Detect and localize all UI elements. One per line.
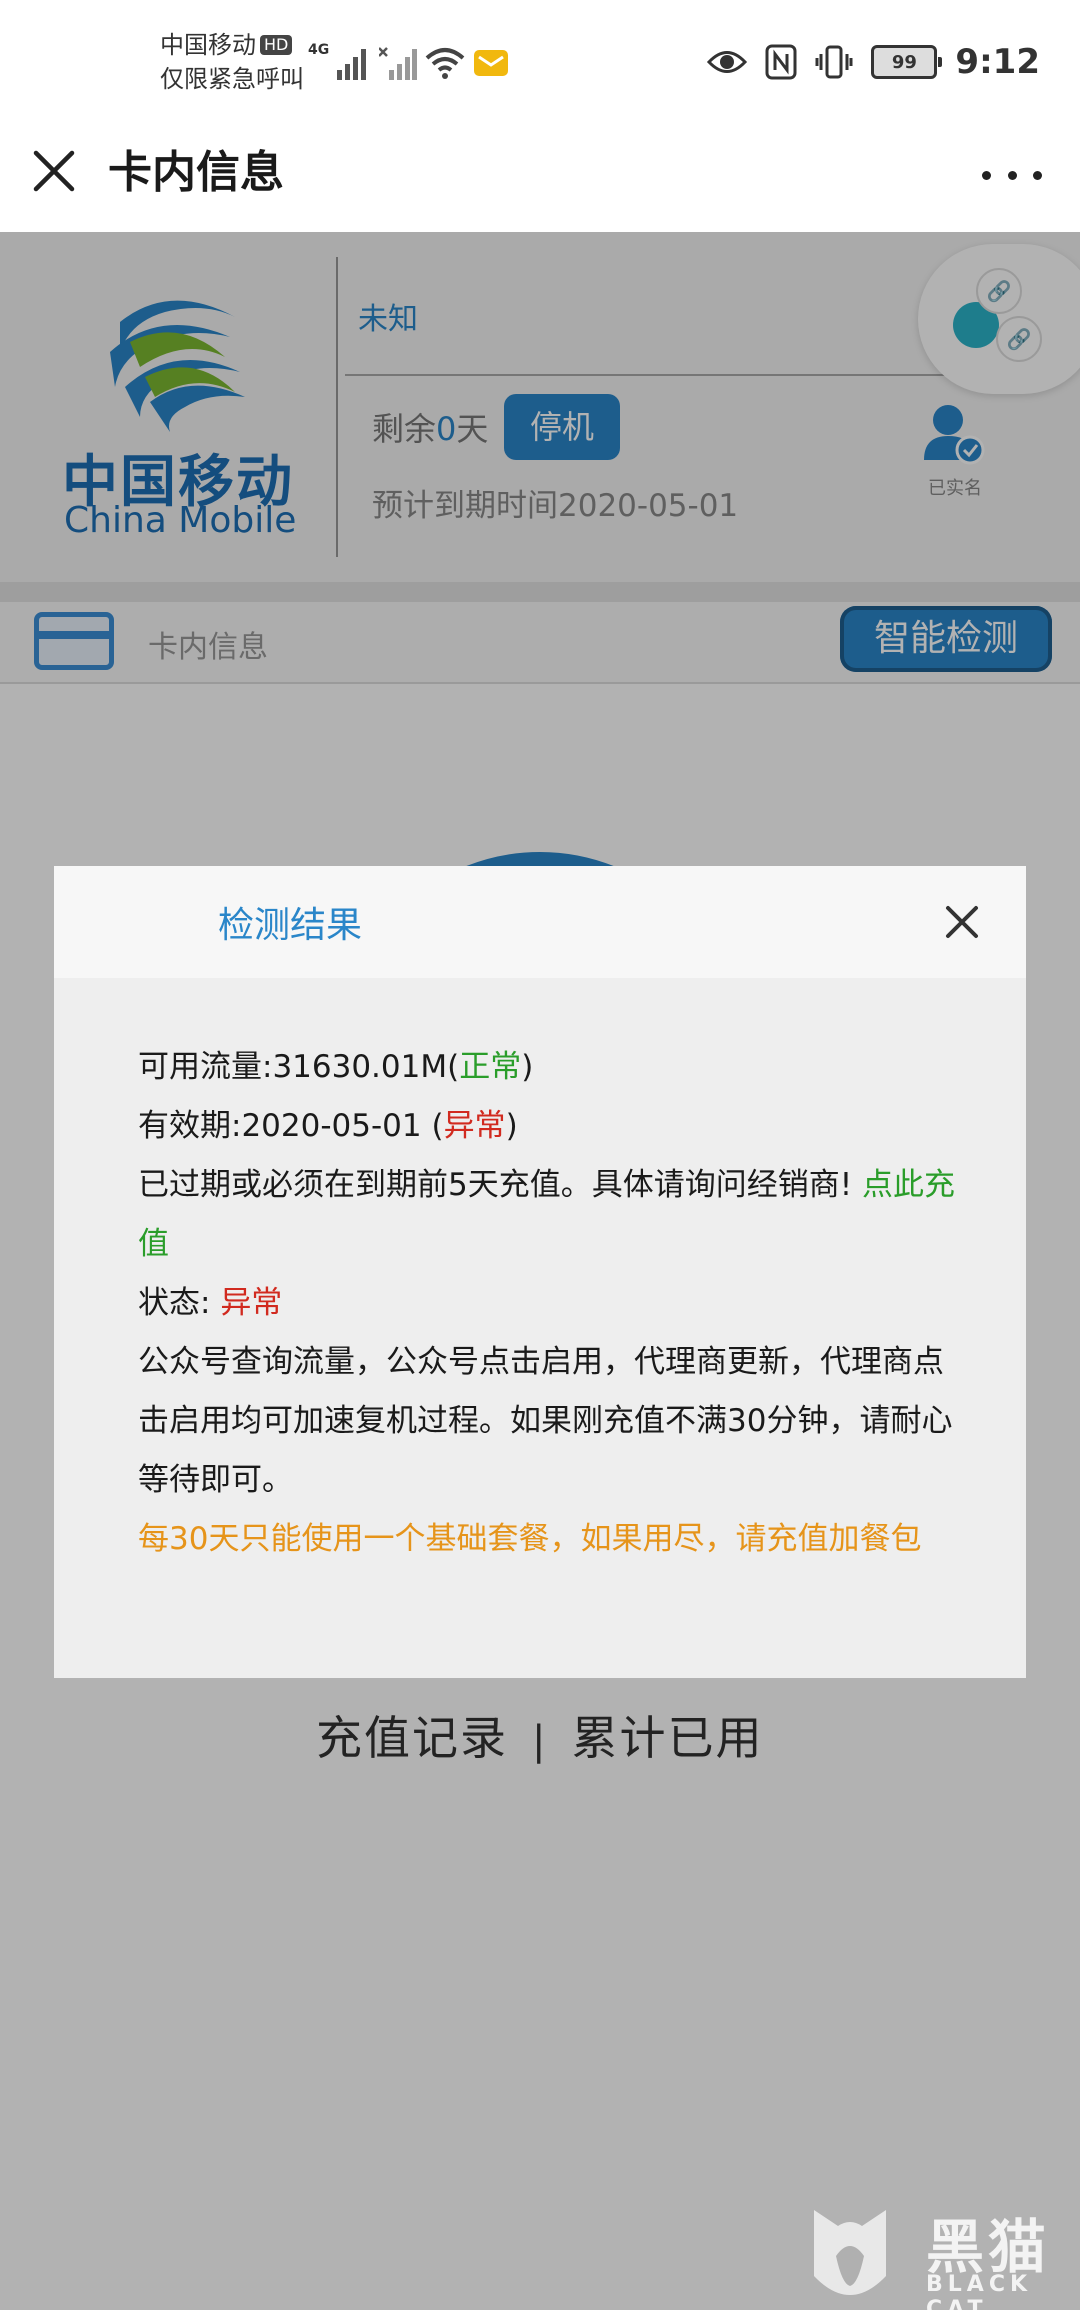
- wifi-icon: [425, 48, 465, 79]
- watermark-subtext: BLACK CAT: [926, 2272, 1033, 2310]
- close-icon[interactable]: [28, 145, 80, 197]
- signal-off-icon: [379, 47, 418, 80]
- message-icon: [474, 50, 509, 76]
- battery-icon: 99: [871, 45, 943, 79]
- validity-text: 有效期:2020-05-01 (: [138, 1108, 444, 1144]
- available-flow: 可用流量:31630.01M(正常): [138, 1038, 958, 1097]
- dialog-close-icon[interactable]: [942, 902, 982, 942]
- more-options-icon[interactable]: [982, 155, 1042, 195]
- emergency-text: 仅限紧急呼叫: [160, 65, 304, 93]
- detection-result-dialog: 检测结果 可用流量:31630.01M(正常) 有效期:2020-05-01 (…: [54, 866, 1026, 1678]
- hd-badge: HD: [260, 35, 293, 55]
- network-type: 4G: [308, 42, 330, 58]
- page-title: 卡内信息: [108, 147, 284, 198]
- state-label: 状态:: [138, 1285, 221, 1321]
- expired-notice: 已过期或必须在到期前5天充值。具体请询问经销商! 点此充值: [138, 1156, 958, 1274]
- carrier-info: 中国移动 HD 仅限紧急呼叫: [160, 28, 304, 96]
- dialog-header: 检测结果: [54, 866, 1026, 978]
- validity-status: 异常: [443, 1108, 506, 1144]
- battery-level: 99: [891, 51, 917, 73]
- signal-icon: [337, 49, 367, 80]
- flow-status: 正常: [459, 1049, 522, 1085]
- signal-icons: 4G: [308, 36, 509, 80]
- system-icons: 99 9:12: [707, 40, 1040, 84]
- card-state: 状态: 异常: [138, 1274, 958, 1333]
- state-value: 异常: [220, 1285, 283, 1321]
- vibrate-icon: [815, 45, 853, 79]
- validity-period: 有效期:2020-05-01 (异常): [138, 1097, 958, 1156]
- package-warning: 每30天只能使用一个基础套餐，如果用尽，请充值加餐包: [138, 1521, 922, 1557]
- title-bar: 卡内信息: [0, 125, 1080, 232]
- carrier-name: 中国移动: [160, 31, 256, 59]
- flow-text: 可用流量:31630.01M(: [138, 1049, 460, 1085]
- flow-suffix: ): [521, 1049, 534, 1085]
- status-bar: 中国移动 HD 仅限紧急呼叫 4G 99 9:12: [0, 0, 1080, 125]
- nfc-icon: [765, 44, 797, 80]
- clock: 9:12: [955, 42, 1040, 82]
- dialog-title: 检测结果: [218, 905, 363, 946]
- dialog-body: 可用流量:31630.01M(正常) 有效期:2020-05-01 (异常) 已…: [138, 1038, 958, 1569]
- restore-tip: 公众号查询流量，公众号点击启用，代理商更新，代理商点击启用均可加速复机过程。如果…: [138, 1344, 953, 1498]
- validity-suffix: ): [505, 1108, 518, 1144]
- eye-comfort-icon: [707, 51, 748, 73]
- expired-text: 已过期或必须在到期前5天充值。具体请询问经销商!: [138, 1167, 863, 1203]
